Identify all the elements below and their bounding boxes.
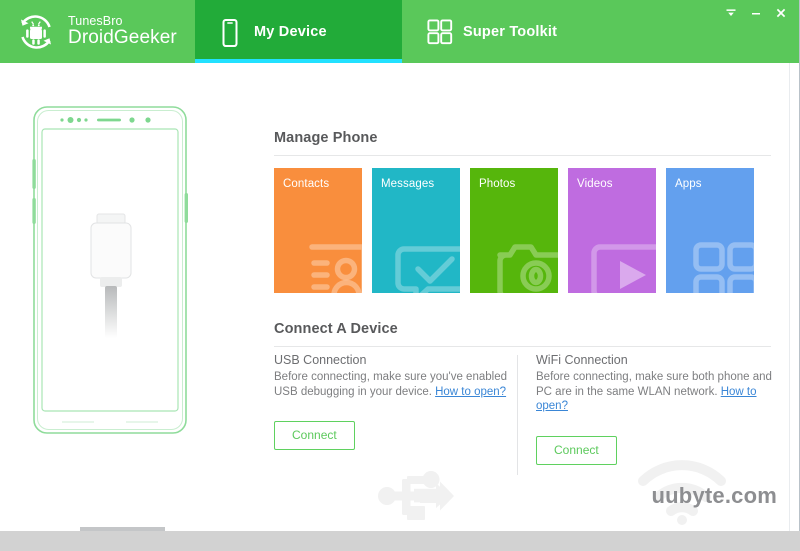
site-watermark: uubyte.com [651,483,777,508]
vertical-scrollbar[interactable] [789,63,799,531]
tab-super-toolkit-label: Super Toolkit [463,23,558,40]
usb-icon [378,465,456,531]
usb-how-to-open-link[interactable]: How to open? [435,386,506,398]
wifi-connection-title: WiFi Connection [536,353,628,367]
main-content: Manage Phone Contacts Messages Photos Vi… [0,63,799,531]
tile-contacts[interactable]: Contacts [274,168,362,293]
title-bar: TunesBro DroidGeeker My Device Super Too… [0,0,799,63]
wifi-connect-button[interactable]: Connect [536,436,617,466]
minimize-icon[interactable] [745,3,767,23]
usb-connection-title: USB Connection [274,353,367,367]
manage-phone-tiles: Contacts Messages Photos Videos Apps [274,168,771,293]
connect-divider [517,355,518,475]
usb-connect-button[interactable]: Connect [274,421,355,451]
tile-messages-label: Messages [381,178,435,190]
tile-photos-label: Photos [479,178,516,190]
application-window: TunesBro DroidGeeker My Device Super Too… [0,0,800,531]
usb-connection-description: Before connecting, make sure you've enab… [274,370,516,399]
phone-outline-icon [22,101,200,446]
video-play-icon [588,223,656,293]
tile-videos-label: Videos [577,178,613,190]
connect-device-title: Connect A Device [274,321,398,337]
wifi-connection-description: Before connecting, make sure both phone … [536,370,782,414]
tile-videos[interactable]: Videos [568,168,656,293]
contact-card-icon [294,223,362,293]
content-pane: Manage Phone Contacts Messages Photos Vi… [258,63,799,531]
tile-apps[interactable]: Apps [666,168,754,293]
tile-contacts-label: Contacts [283,178,330,190]
brand-big: DroidGeeker [68,27,177,49]
message-check-icon [392,223,460,293]
app-name: TunesBro DroidGeeker [68,14,177,49]
tab-my-device[interactable]: My Device [195,0,402,63]
window-controls [720,3,792,23]
tab-my-device-label: My Device [254,23,327,40]
tile-messages[interactable]: Messages [372,168,460,293]
grid-four-icon [426,17,453,47]
close-icon[interactable] [770,3,792,23]
tile-photos[interactable]: Photos [470,168,558,293]
app-logo: TunesBro DroidGeeker [0,0,195,63]
manage-phone-title: Manage Phone [274,130,378,146]
phone-icon [217,17,243,47]
connect-device-rule [274,346,771,347]
menu-down-icon[interactable] [720,3,742,23]
android-refresh-icon [13,9,59,55]
camera-icon [490,223,558,293]
wifi-connection-block: WiFi Connection Before connecting, make … [536,353,782,466]
apps-grid-icon [686,223,754,293]
usb-connection-block: USB Connection Before connecting, make s… [274,353,516,451]
manage-phone-rule [274,155,771,156]
desktop-background-strip [0,531,800,551]
device-preview-pane [0,63,258,531]
tile-apps-label: Apps [675,178,702,190]
